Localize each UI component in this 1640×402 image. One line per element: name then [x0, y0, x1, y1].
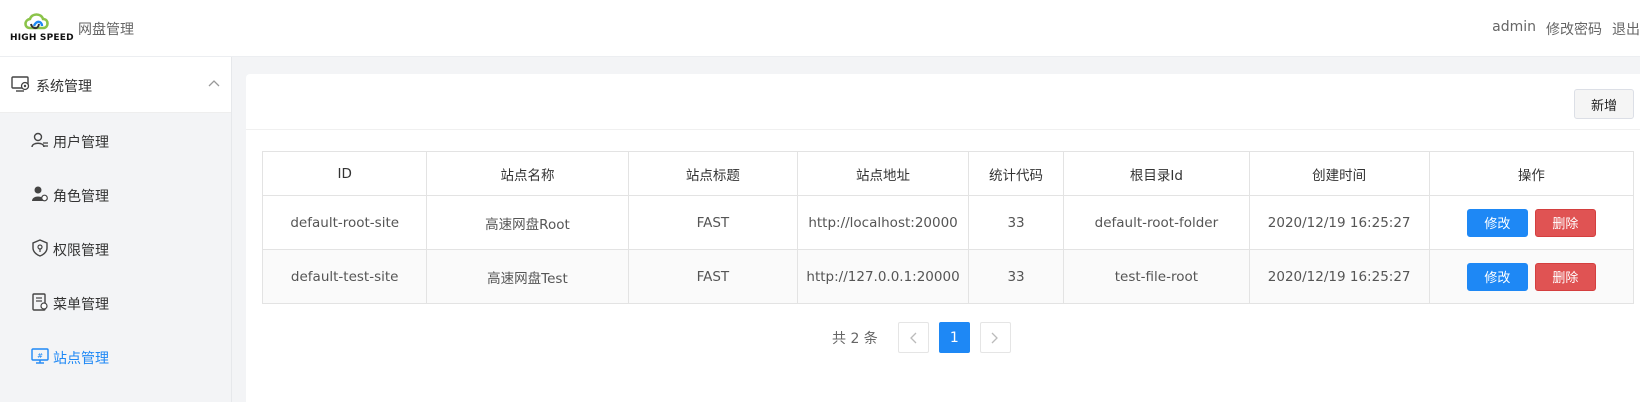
table-cell: http://localhost:20000	[797, 195, 969, 250]
logout-link[interactable]: 退出	[1612, 19, 1640, 39]
pagination: 共 2 条 1	[832, 322, 1011, 353]
sidebar-item-sites[interactable]: # 站点管理	[0, 329, 231, 385]
system-settings-icon	[11, 76, 30, 92]
page-button-current[interactable]: 1	[938, 322, 970, 353]
column-header: 根目录Id	[1063, 151, 1250, 196]
edit-button[interactable]: 修改	[1466, 208, 1528, 237]
sidebar: 系统管理 用户管理 角色管理 权限管理 菜单管理 # 站点管理	[0, 57, 232, 402]
sidebar-item-menus[interactable]: 菜单管理	[0, 275, 231, 331]
svg-text:#: #	[37, 352, 43, 360]
shield-icon	[32, 239, 48, 257]
column-header: 站点名称	[426, 151, 629, 196]
user-list-icon	[31, 132, 48, 148]
column-header: 站点标题	[627, 151, 799, 196]
delete-button[interactable]: 删除	[1534, 262, 1596, 291]
column-header: ID	[261, 151, 428, 196]
sidebar-item-users[interactable]: 用户管理	[0, 113, 231, 169]
sidebar-group-system[interactable]: 系统管理	[0, 57, 231, 113]
chevron-left-icon	[910, 332, 917, 343]
chevron-up-icon	[208, 80, 220, 87]
sidebar-item-label: 权限管理	[53, 243, 109, 259]
table-cell: FAST	[627, 195, 799, 250]
table-cell: default-root-site	[261, 195, 428, 250]
role-icon	[32, 186, 48, 202]
app-title: 网盘管理	[78, 22, 134, 38]
column-header: 统计代码	[967, 151, 1065, 196]
column-header: 创建时间	[1248, 151, 1430, 196]
table-cell: 33	[967, 249, 1065, 304]
toolbar: 新增	[246, 74, 1640, 130]
table-header-row: ID 站点名称 站点标题 站点地址 统计代码 根目录Id 创建时间 操作	[261, 151, 1635, 196]
delete-button[interactable]: 删除	[1534, 208, 1596, 237]
sidebar-item-label: 站点管理	[53, 351, 109, 367]
logo-text: HIGH SPEED	[10, 33, 74, 43]
table-row: default-root-site 高速网盘Root FAST http://l…	[261, 195, 1635, 250]
chevron-right-icon	[991, 332, 999, 343]
content-card: 新增 ID 站点名称 站点标题 站点地址 统计代码 根目录Id 创建时间 操作	[246, 74, 1640, 402]
sites-table: ID 站点名称 站点标题 站点地址 统计代码 根目录Id 创建时间 操作 def…	[261, 151, 1635, 304]
monitor-icon: #	[31, 348, 49, 364]
next-page-button[interactable]	[979, 322, 1011, 353]
pagination-total: 共 2 条	[832, 330, 878, 347]
table-row: default-test-site 高速网盘Test FAST http://1…	[261, 249, 1635, 304]
table-cell: 33	[967, 195, 1065, 250]
table-cell: 2020/12/19 16:25:27	[1248, 195, 1430, 250]
sidebar-item-roles[interactable]: 角色管理	[0, 167, 231, 223]
change-password-link[interactable]: 修改密码	[1546, 19, 1602, 39]
add-button[interactable]: 新增	[1574, 89, 1634, 119]
table-cell: 高速网盘Root	[426, 195, 629, 250]
sidebar-group-label: 系统管理	[36, 79, 92, 95]
header-user-menu: admin 修改密码 退出	[1492, 19, 1640, 39]
table-cell-actions: 修改 删除	[1428, 195, 1635, 250]
table-cell: 2020/12/19 16:25:27	[1248, 249, 1430, 304]
table-cell: default-test-site	[261, 249, 428, 304]
table-cell: test-file-root	[1063, 249, 1250, 304]
main-content: 新增 ID 站点名称 站点标题 站点地址 统计代码 根目录Id 创建时间 操作	[232, 57, 1640, 402]
column-header: 站点地址	[797, 151, 969, 196]
column-header: 操作	[1428, 151, 1635, 196]
table-cell-actions: 修改 删除	[1428, 249, 1635, 304]
prev-page-button[interactable]	[897, 322, 929, 353]
logo-icon	[24, 13, 49, 30]
table-cell: default-root-folder	[1063, 195, 1250, 250]
table-cell: 高速网盘Test	[426, 249, 629, 304]
username-link[interactable]: admin	[1492, 19, 1536, 39]
sidebar-item-label: 菜单管理	[53, 297, 109, 313]
table-cell: FAST	[627, 249, 799, 304]
table-cell: http://127.0.0.1:20000	[797, 249, 969, 304]
sidebar-item-permissions[interactable]: 权限管理	[0, 221, 231, 277]
sidebar-item-label: 用户管理	[53, 135, 109, 151]
edit-button[interactable]: 修改	[1466, 262, 1528, 291]
sidebar-item-label: 角色管理	[53, 189, 109, 205]
menu-doc-icon	[32, 293, 48, 311]
top-header: HIGH SPEED 网盘管理 admin 修改密码 退出	[0, 0, 1640, 57]
